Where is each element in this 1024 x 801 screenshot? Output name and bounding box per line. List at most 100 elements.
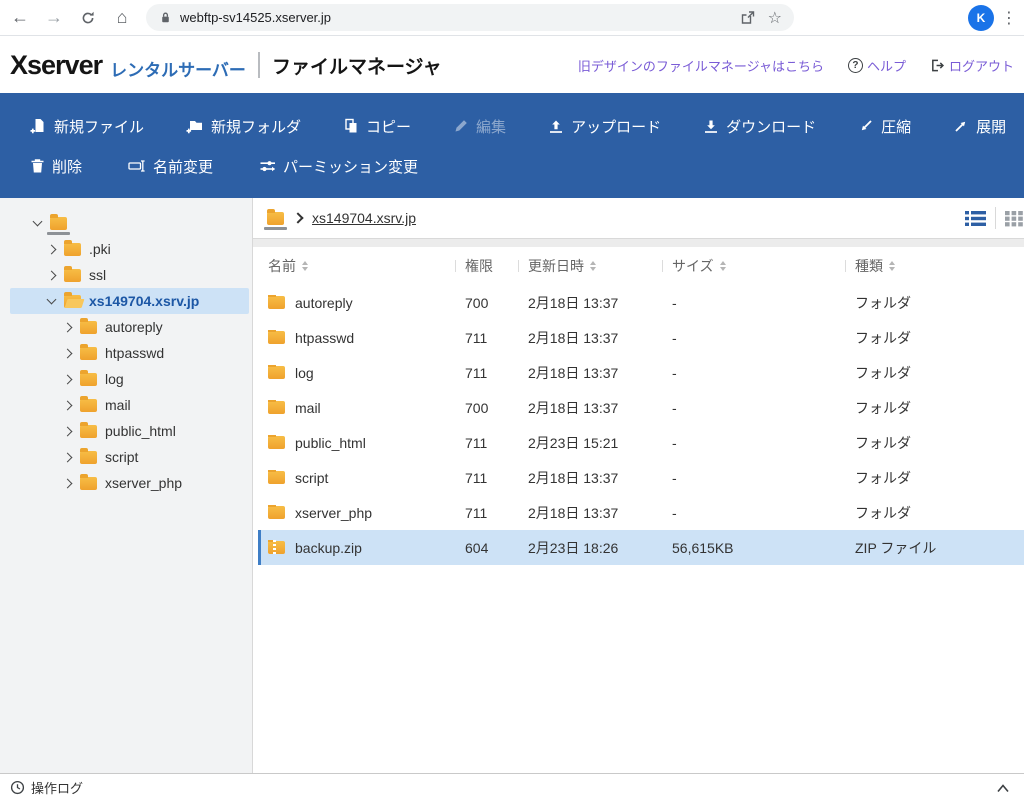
tree-chevron-icon[interactable]: [60, 480, 74, 487]
file-type: ZIP ファイル: [845, 538, 1024, 558]
share-icon[interactable]: [739, 10, 756, 26]
url-text[interactable]: webftp-sv14525.xserver.jp: [180, 10, 727, 25]
tree-chevron-icon[interactable]: [30, 221, 44, 225]
tree-item[interactable]: mail: [10, 392, 249, 418]
tree-chevron-icon[interactable]: [60, 324, 74, 331]
logout-link[interactable]: ログアウト: [930, 56, 1014, 75]
edit-button[interactable]: 編集: [453, 116, 506, 137]
table-row[interactable]: log 711 2月18日 13:37 - フォルダ: [258, 355, 1024, 390]
tree-chevron-icon[interactable]: [60, 376, 74, 383]
tree-item-label: autoreply: [105, 319, 163, 335]
expand-button[interactable]: 展開: [953, 116, 1006, 137]
tree-chevron-icon[interactable]: [60, 402, 74, 409]
tree-chevron-icon[interactable]: [44, 272, 58, 279]
help-icon: ?: [848, 58, 863, 73]
breadcrumb-current-link[interactable]: xs149704.xsrv.jp: [312, 210, 416, 226]
address-bar[interactable]: webftp-sv14525.xserver.jp ☆: [146, 4, 794, 31]
file-permissions: 711: [455, 365, 518, 381]
file-modified: 2月18日 13:37: [518, 503, 662, 523]
avatar[interactable]: K: [968, 5, 994, 31]
tree-chevron-icon[interactable]: [60, 428, 74, 435]
tree-item[interactable]: [10, 210, 249, 236]
compress-icon: [858, 118, 874, 134]
compress-button[interactable]: 圧縮: [858, 116, 911, 137]
file-modified: 2月18日 13:37: [518, 398, 662, 418]
file-size: -: [662, 470, 845, 486]
table-row[interactable]: script 711 2月18日 13:37 - フォルダ: [258, 460, 1024, 495]
tree-item-label: mail: [105, 397, 131, 413]
table-row[interactable]: htpasswd 711 2月18日 13:37 - フォルダ: [258, 320, 1024, 355]
expand-icon: [953, 118, 969, 134]
file-table-header: 名前 権限 更新日時 サイズ 種類: [258, 247, 1024, 285]
column-header-size[interactable]: サイズ: [662, 256, 845, 276]
sort-icon: [889, 261, 895, 271]
file-size: -: [662, 330, 845, 346]
permissions-button[interactable]: パーミッション変更: [259, 156, 418, 177]
home-icon[interactable]: ⌂: [108, 4, 136, 32]
tree-item[interactable]: log: [10, 366, 249, 392]
rename-button[interactable]: 名前変更: [128, 156, 213, 177]
delete-button[interactable]: 削除: [30, 156, 82, 177]
browser-menu-icon[interactable]: ⋮: [1000, 8, 1018, 28]
tree-item[interactable]: xserver_php: [10, 470, 249, 496]
old-design-link[interactable]: 旧デザインのファイルマネージャはこちら: [578, 56, 824, 75]
reload-icon[interactable]: [74, 4, 102, 32]
tree-item-label: ssl: [89, 267, 106, 283]
column-header-name[interactable]: 名前: [258, 256, 455, 276]
tree-chevron-icon[interactable]: [44, 246, 58, 253]
file-table-body: autoreply 700 2月18日 13:37 - フォルダ htpassw…: [258, 285, 1024, 565]
file-permissions: 604: [455, 540, 518, 556]
file-type: フォルダ: [845, 503, 1024, 523]
tree-item[interactable]: ssl: [10, 262, 249, 288]
table-row[interactable]: mail 700 2月18日 13:37 - フォルダ: [258, 390, 1024, 425]
file-type-icon: [268, 331, 285, 344]
file-size: 56,615KB: [662, 540, 845, 556]
new-folder-icon: [186, 118, 204, 135]
file-name: htpasswd: [295, 330, 354, 346]
operation-log-bar: 操作ログ: [0, 773, 1024, 801]
action-toolbar: 新規ファイル 新規フォルダ コピー 編集 アップロード: [0, 93, 1024, 198]
new-folder-button[interactable]: 新規フォルダ: [186, 116, 301, 137]
column-header-type[interactable]: 種類: [845, 256, 1024, 276]
tree-item[interactable]: autoreply: [10, 314, 249, 340]
table-row[interactable]: backup.zip 604 2月23日 18:26 56,615KB ZIP …: [258, 530, 1024, 565]
tree-item[interactable]: .pki: [10, 236, 249, 262]
brand-divider: [258, 52, 260, 78]
tree-item[interactable]: script: [10, 444, 249, 470]
tree-item[interactable]: xs149704.xsrv.jp: [10, 288, 249, 314]
log-expand-chevron-icon[interactable]: [996, 782, 1010, 794]
table-row[interactable]: xserver_php 711 2月18日 13:37 - フォルダ: [258, 495, 1024, 530]
tree-item[interactable]: public_html: [10, 418, 249, 444]
folder-tree: .pki ssl xs149704.xsrv.jp autoreply: [0, 198, 253, 773]
column-header-permissions[interactable]: 権限: [455, 256, 518, 276]
tree-item-label: script: [105, 449, 138, 465]
download-icon: [703, 118, 719, 134]
lock-icon: [158, 10, 173, 25]
copy-button[interactable]: コピー: [343, 116, 411, 137]
bookmark-star-icon[interactable]: ☆: [768, 8, 782, 28]
file-list-panel: xs149704.xsrv.jp 名前 権限: [253, 198, 1024, 773]
table-row[interactable]: autoreply 700 2月18日 13:37 - フォルダ: [258, 285, 1024, 320]
root-folder-icon[interactable]: [267, 212, 284, 225]
download-button[interactable]: ダウンロード: [703, 116, 816, 137]
forward-icon[interactable]: →: [40, 4, 68, 32]
upload-button[interactable]: アップロード: [548, 116, 661, 137]
file-permissions: 700: [455, 400, 518, 416]
list-view-icon[interactable]: [965, 210, 986, 227]
file-size: -: [662, 365, 845, 381]
new-file-icon: [30, 118, 47, 135]
back-icon[interactable]: ←: [6, 4, 34, 32]
help-link[interactable]: ? ヘルプ: [848, 56, 906, 75]
table-row[interactable]: public_html 711 2月23日 15:21 - フォルダ: [258, 425, 1024, 460]
new-file-button[interactable]: 新規ファイル: [30, 116, 144, 137]
column-header-modified[interactable]: 更新日時: [518, 256, 662, 276]
trash-icon: [30, 158, 45, 174]
breadcrumb: xs149704.xsrv.jp: [253, 198, 1024, 239]
file-table: 名前 権限 更新日時 サイズ 種類: [253, 247, 1024, 565]
brand-logo: Xserver: [10, 50, 102, 81]
tree-item[interactable]: htpasswd: [10, 340, 249, 366]
tree-chevron-icon[interactable]: [60, 454, 74, 461]
tree-chevron-icon[interactable]: [44, 299, 58, 303]
tree-chevron-icon[interactable]: [60, 350, 74, 357]
grid-view-icon[interactable]: [1005, 210, 1024, 227]
